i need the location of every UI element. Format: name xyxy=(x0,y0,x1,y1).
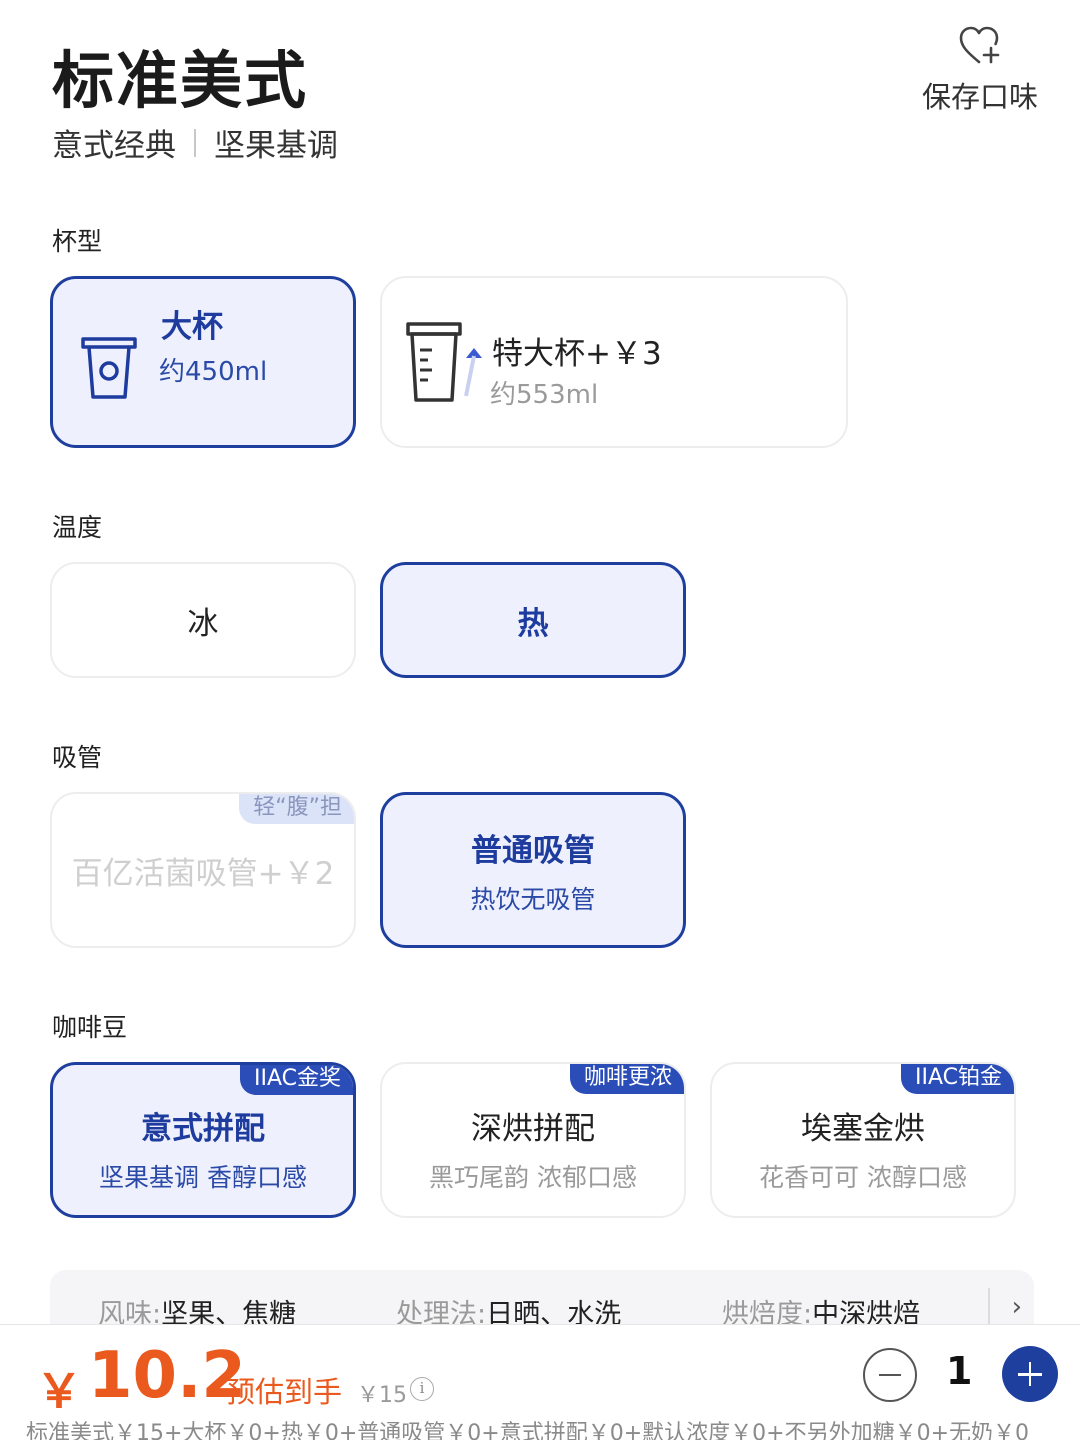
save-flavor-button[interactable]: 保存口味 xyxy=(915,24,1045,116)
bean-option-label: 深烘拼配 xyxy=(471,1110,595,1147)
heart-plus-icon xyxy=(959,26,1000,64)
temperature-option-label: 热 xyxy=(517,605,549,642)
straw-option-regular[interactable]: 普通吸管 热饮无吸管 xyxy=(380,792,686,948)
section-label-straw: 吸管 xyxy=(52,743,103,772)
bean-option-sub: 花香可可 浓醇口感 xyxy=(759,1162,967,1192)
product-tags: 意式经典 坚果基调 xyxy=(52,120,338,165)
cup-option-xlarge[interactable]: 特大杯+￥3 约553ml xyxy=(380,276,848,448)
bean-option-label: 意式拼配 xyxy=(141,1110,265,1147)
temperature-option-ice[interactable]: 冰 xyxy=(50,562,356,678)
section-label-cup: 杯型 xyxy=(52,227,103,256)
tag-divider xyxy=(194,128,196,157)
cup-option-large[interactable]: 大杯 约450ml xyxy=(50,276,356,448)
product-title: 标准美式 xyxy=(52,44,309,117)
chevron-right-icon[interactable]: › xyxy=(1012,1292,1022,1322)
bean-option-espresso-blend[interactable]: IIAC金奖 意式拼配 坚果基调 香醇口感 xyxy=(50,1062,356,1218)
original-price: ￥15 xyxy=(357,1383,407,1408)
section-label-temperature: 温度 xyxy=(52,513,103,542)
straw-option-label: 普通吸管 xyxy=(471,832,595,869)
quantity-decrease-button[interactable] xyxy=(863,1348,917,1402)
cup-option-name: 特大杯+￥3 xyxy=(492,336,662,372)
price-value: 10.2 xyxy=(88,1339,246,1413)
temperature-option-label: 冰 xyxy=(187,605,219,642)
price-currency: ￥ xyxy=(36,1364,82,1418)
bean-option-sub: 坚果基调 香醇口感 xyxy=(99,1162,307,1192)
quantity-value: 1 xyxy=(946,1349,973,1393)
price-estimate-label: 预估到手 xyxy=(226,1375,343,1409)
checkout-bar: ￥ 10.2 预估到手 ￥15 i 1 标准美式￥15+大杯￥0+热￥0+普通吸… xyxy=(0,1324,1080,1440)
bean-option-sub: 黑巧尾韵 浓郁口感 xyxy=(429,1162,637,1192)
bean-option-label: 埃塞金烘 xyxy=(801,1110,925,1147)
tag-label: 意式经典 xyxy=(52,128,176,164)
cup-option-volume: 约450ml xyxy=(159,357,268,387)
cup-icon xyxy=(81,337,137,399)
quantity-increase-button[interactable] xyxy=(1002,1346,1058,1402)
cup-option-volume: 约553ml xyxy=(490,380,599,410)
info-icon[interactable]: i xyxy=(410,1377,434,1401)
save-flavor-label: 保存口味 xyxy=(921,80,1038,114)
straw-option-sub: 热饮无吸管 xyxy=(470,884,596,914)
tall-cup-icon xyxy=(406,322,482,402)
price-breakdown: 标准美式￥15+大杯￥0+热￥0+普通吸管￥0+意式拼配￥0+默认浓度￥0+不另… xyxy=(26,1421,1030,1440)
straw-option-probiotic: 轻“腹”担 百亿活菌吸管+￥2 xyxy=(50,792,356,948)
temperature-option-hot[interactable]: 热 xyxy=(380,562,686,678)
bean-option-ethiopia[interactable]: IIAC铂金 埃塞金烘 花香可可 浓醇口感 xyxy=(710,1062,1016,1218)
straw-option-label: 百亿活菌吸管+￥2 xyxy=(71,855,335,892)
tag-label: 坚果基调 xyxy=(214,128,338,164)
bean-option-dark-roast[interactable]: 咖啡更浓 深烘拼配 黑巧尾韵 浓郁口感 xyxy=(380,1062,686,1218)
cup-option-name: 大杯 xyxy=(161,309,223,345)
info-divider xyxy=(988,1288,990,1324)
section-label-beans: 咖啡豆 xyxy=(52,1013,128,1042)
